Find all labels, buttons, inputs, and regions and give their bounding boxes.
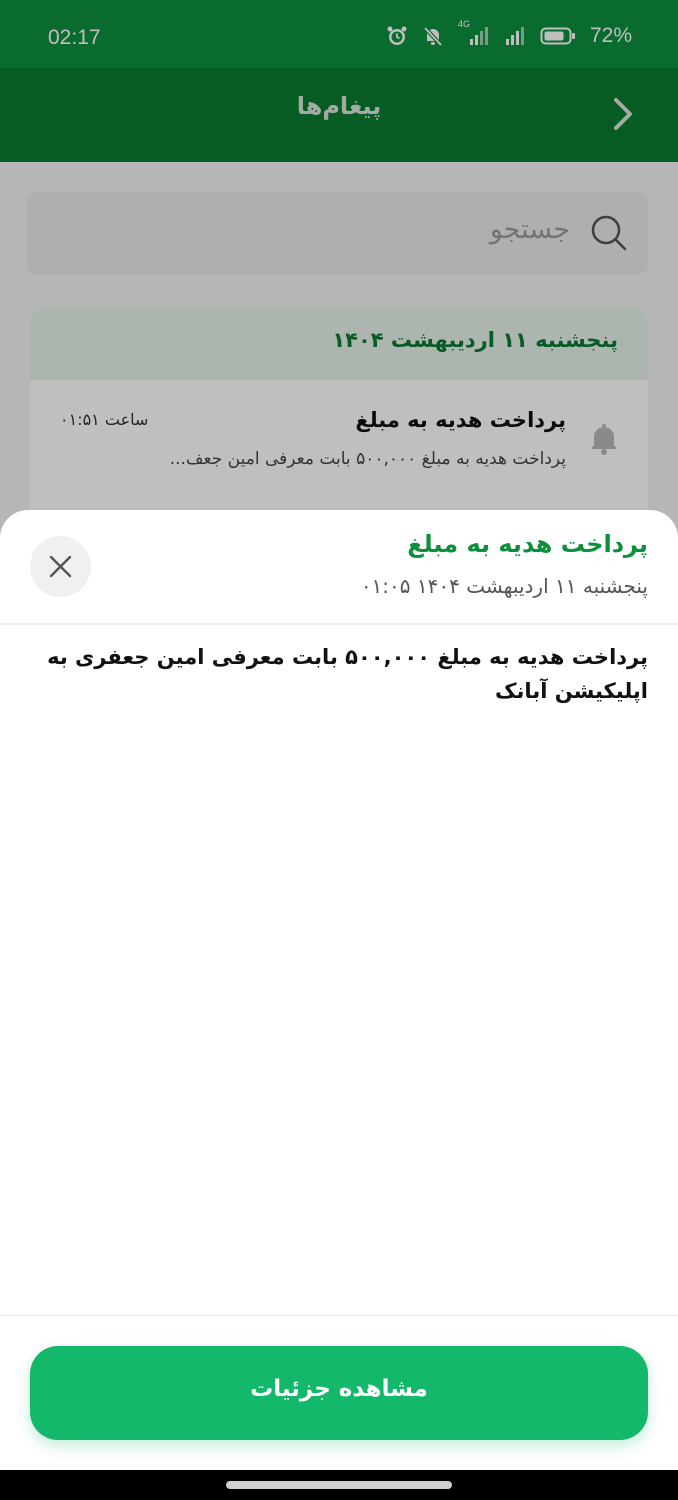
navigation-bar	[0, 1470, 678, 1500]
view-details-label: مشاهده جزئیات	[250, 1376, 428, 1402]
sheet-date: پنجشنبه ۱۱ اردیبهشت ۱۴۰۴ ۰۱:۰۵	[360, 574, 648, 598]
view-details-button[interactable]: مشاهده جزئیات	[30, 1346, 648, 1440]
sheet-title: پرداخت هدیه به مبلغ	[407, 530, 648, 558]
sheet-body: پرداخت هدیه به مبلغ ۵۰۰,۰۰۰ بابت معرفی ا…	[47, 645, 648, 703]
close-button[interactable]	[30, 536, 91, 597]
home-indicator[interactable]	[226, 1481, 452, 1489]
divider	[0, 623, 678, 625]
divider	[0, 1315, 678, 1316]
message-detail-sheet: پرداخت هدیه به مبلغ پنجشنبه ۱۱ اردیبهشت …	[0, 510, 678, 1470]
close-icon	[49, 555, 72, 578]
